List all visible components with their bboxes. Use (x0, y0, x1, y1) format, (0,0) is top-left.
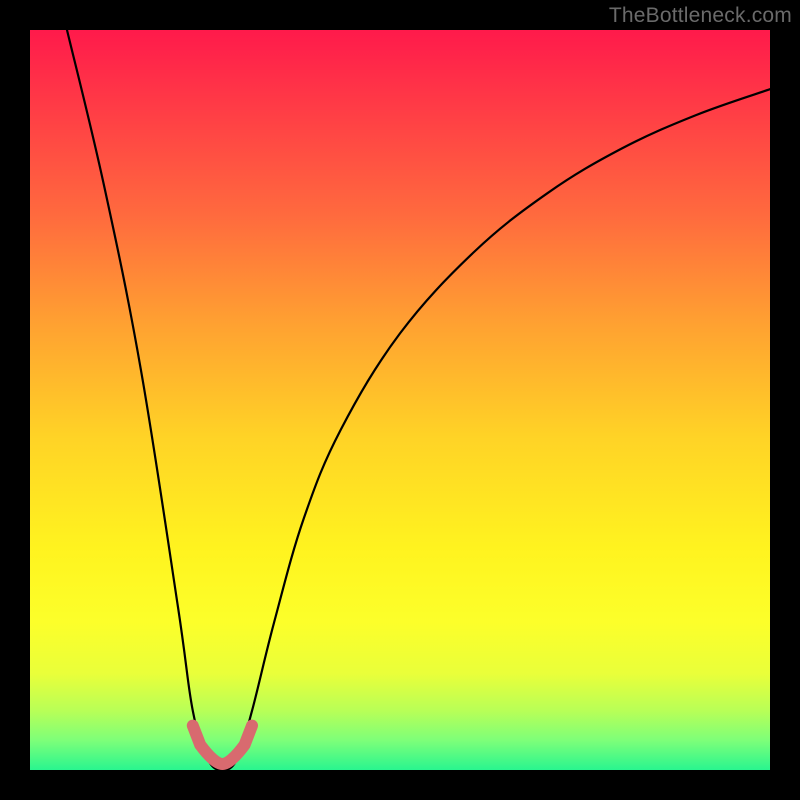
bottleneck-curve (67, 30, 770, 770)
trough-marker (193, 726, 252, 764)
plot-area (30, 30, 770, 770)
chart-frame: TheBottleneck.com (0, 0, 800, 800)
curve-svg (30, 30, 770, 770)
watermark-text: TheBottleneck.com (609, 4, 792, 28)
